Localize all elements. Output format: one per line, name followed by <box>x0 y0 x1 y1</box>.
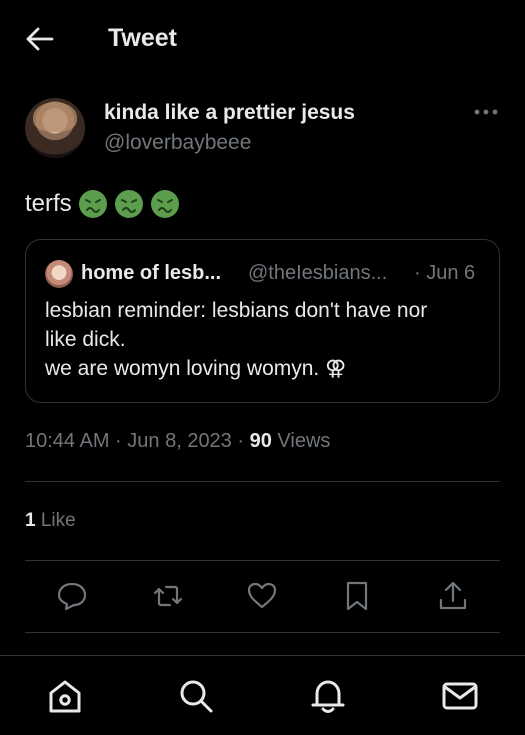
quoted-tweet[interactable]: home of lesb... @theIesbians... · Jun 6 … <box>25 239 500 403</box>
bottom-nav <box>0 655 525 735</box>
author-handle[interactable]: @loverbaybeee <box>104 131 251 155</box>
views-count: 90 <box>249 430 272 452</box>
more-icon[interactable] <box>472 100 500 124</box>
quoted-author-name: home of lesb... <box>81 262 222 284</box>
tweet-page: Tweet kinda like a prettier jesus @lover… <box>0 0 525 735</box>
divider <box>25 560 500 561</box>
author-display-name[interactable]: kinda like a prettier jesus <box>104 101 355 125</box>
retweet-icon[interactable] <box>150 578 186 614</box>
likes-count: 1 <box>25 510 36 531</box>
quoted-tweet-text: lesbian reminder: lesbians don't have no… <box>45 296 485 383</box>
like-icon[interactable] <box>244 578 280 614</box>
tweet-text-content: terfs <box>25 190 72 217</box>
arrow-left-icon[interactable] <box>22 24 56 54</box>
nauseated-face-emoji <box>78 190 107 218</box>
quoted-tweet-date: · Jun 6 <box>414 262 476 284</box>
bookmark-icon[interactable] <box>339 578 375 614</box>
quoted-line: lesbian reminder: lesbians don't have no… <box>45 299 428 322</box>
nauseated-face-emoji <box>150 190 179 218</box>
tweet-text: terfs <box>25 186 180 222</box>
search-icon[interactable] <box>176 676 216 716</box>
quoted-line: we are womyn loving womyn. ⚢ <box>45 357 347 380</box>
tweet-meta: 10:44 AM · Jun 8, 2023 · 90 Views <box>25 430 330 453</box>
quoted-author-avatar <box>45 260 73 288</box>
messages-icon[interactable] <box>440 676 480 716</box>
quoted-author-handle: @theIesbians... <box>248 262 388 284</box>
notifications-icon[interactable] <box>308 676 348 716</box>
page-title: Tweet <box>108 24 177 52</box>
share-icon[interactable] <box>435 578 471 614</box>
author-avatar[interactable] <box>25 98 85 158</box>
nauseated-face-emoji <box>114 190 143 218</box>
home-icon[interactable] <box>45 676 85 716</box>
likes-stat[interactable]: 1 Like <box>25 510 76 532</box>
divider <box>25 632 500 633</box>
reply-icon[interactable] <box>54 578 90 614</box>
views-label: Views <box>271 430 331 452</box>
divider <box>25 481 500 482</box>
tweet-timestamp[interactable]: 10:44 AM · Jun 8, 2023 · <box>25 430 250 452</box>
header: Tweet <box>0 0 525 80</box>
likes-label: Like <box>35 510 76 531</box>
quoted-line: like dick. <box>45 328 126 351</box>
